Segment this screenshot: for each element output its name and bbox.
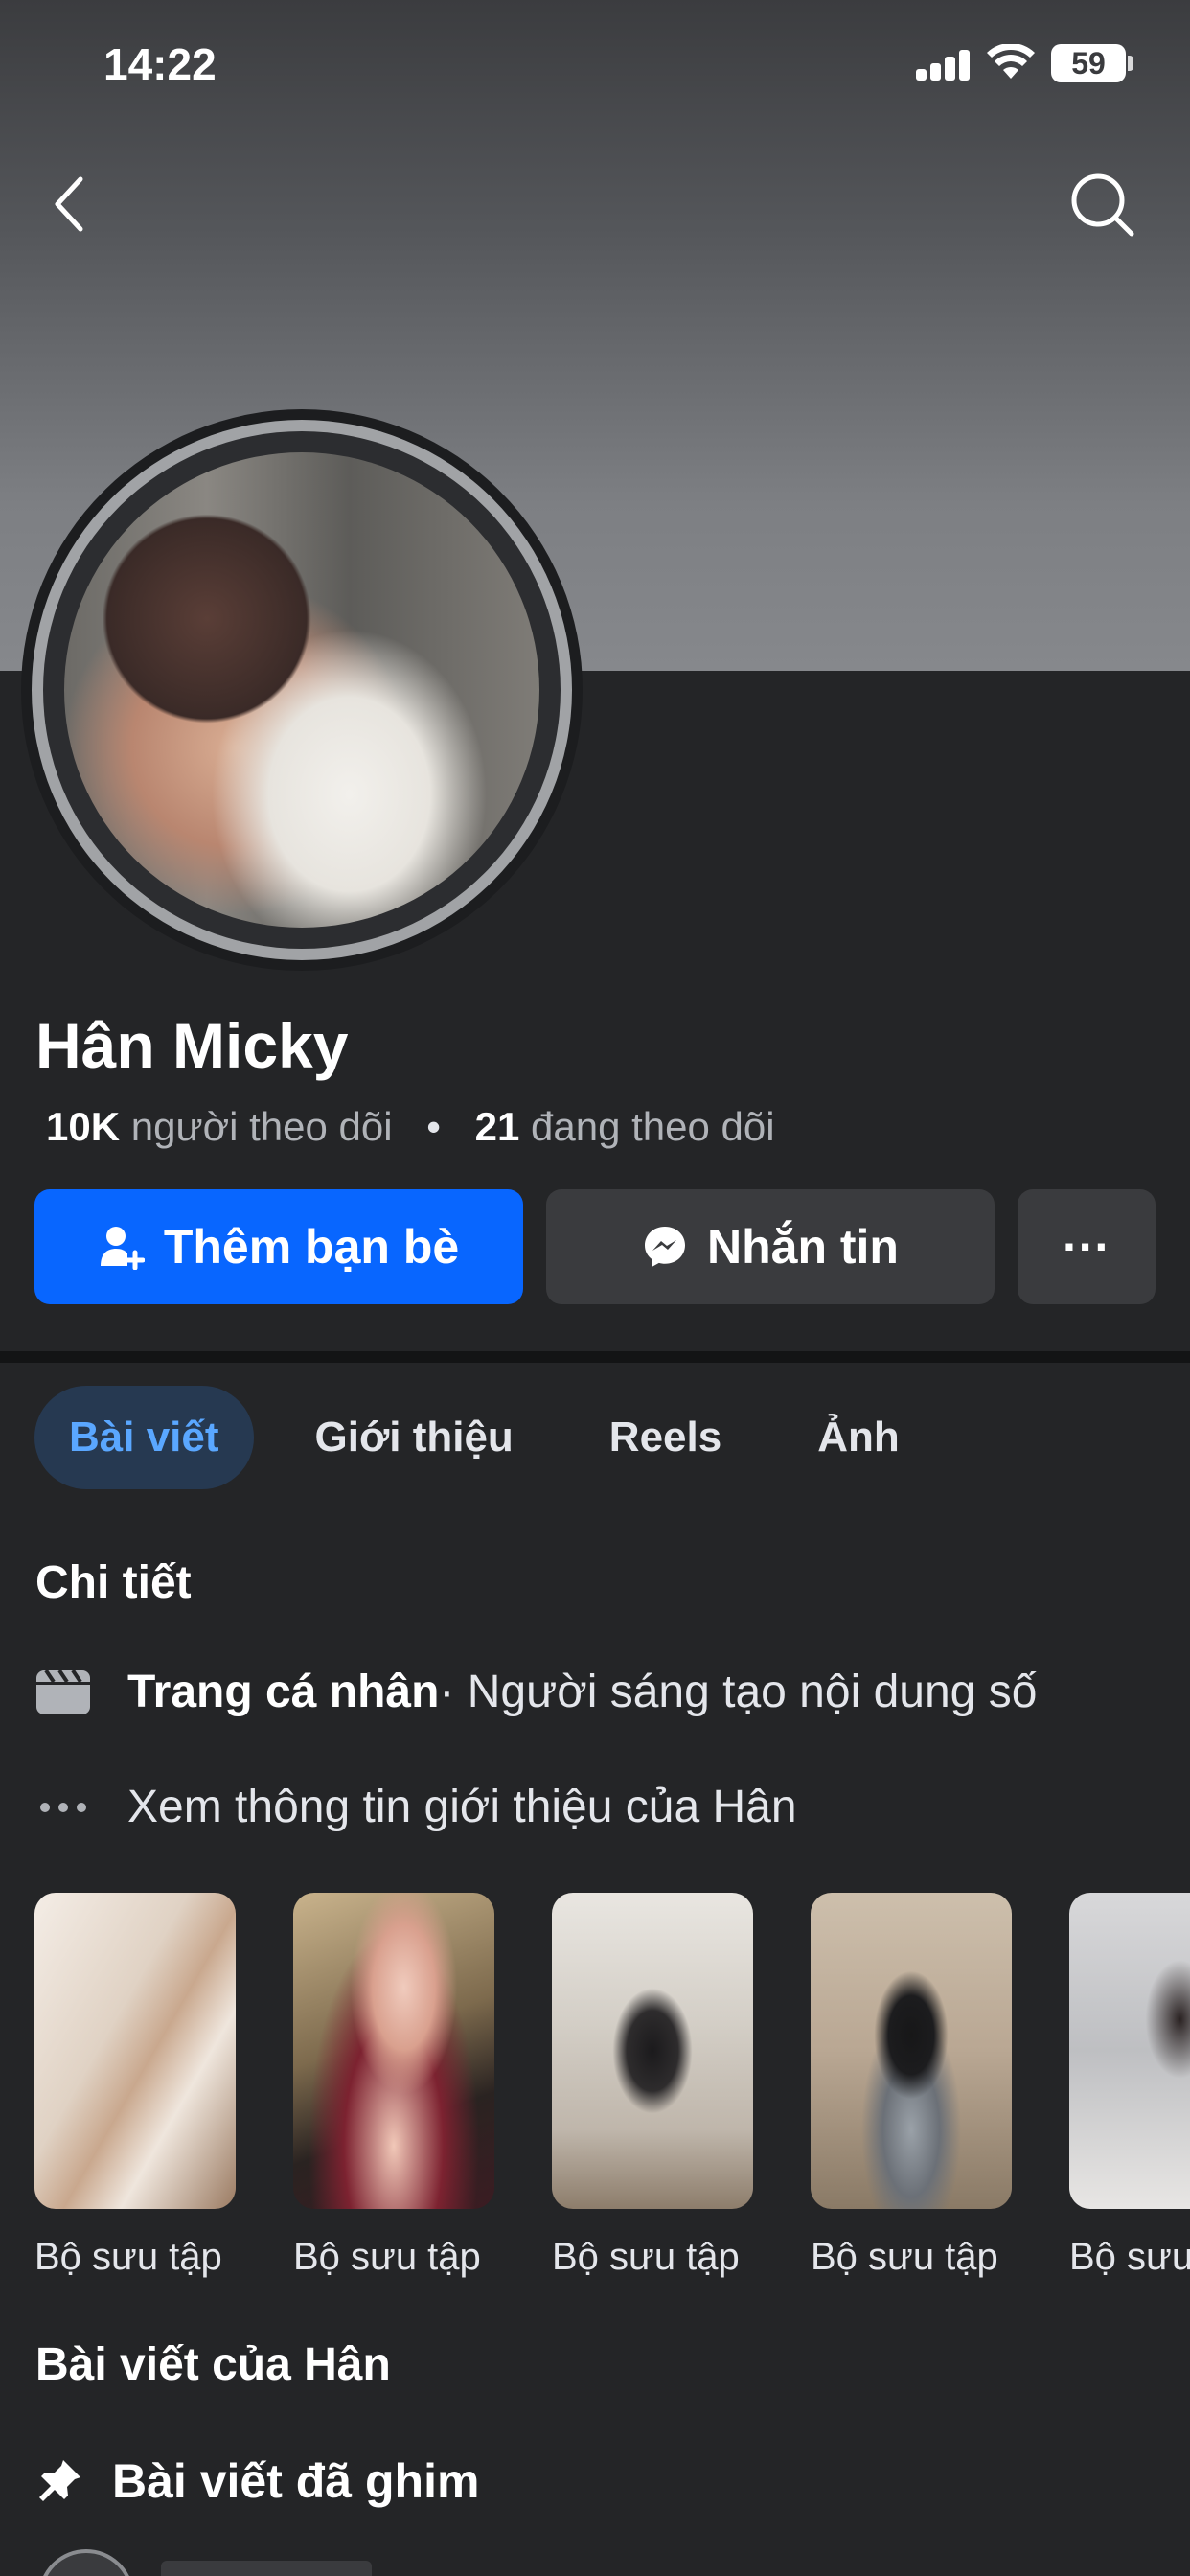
see-about-label: Xem thông tin giới thiệu của Hân — [127, 1782, 797, 1832]
pinned-posts-header: Bài viết đã ghim — [35, 2453, 479, 2509]
collection-label: Bộ sưu tập — [34, 2236, 222, 2278]
see-about-row[interactable]: Xem thông tin giới thiệu của Hân — [35, 1781, 797, 1833]
followers-count[interactable]: 10K — [46, 1104, 120, 1149]
add-friend-icon — [99, 1224, 145, 1270]
wifi-icon — [987, 42, 1035, 85]
battery-tip — [1128, 56, 1133, 71]
collection-item[interactable]: Bộ sưu tập — [552, 1893, 753, 2279]
post-author-name-placeholder — [161, 2561, 372, 2576]
collection-thumbnail — [293, 1893, 494, 2209]
collection-label: Bộ sưu tập — [293, 2236, 481, 2278]
page-type-label: Trang cá nhân — [127, 1667, 440, 1717]
add-friend-button[interactable]: Thêm bạn bè — [34, 1189, 523, 1304]
avatar-inner-border — [43, 431, 561, 949]
collection-thumbnail — [34, 1893, 236, 2209]
followers-label[interactable]: người theo dõi — [131, 1104, 393, 1149]
pinned-label: Bài viết đã ghim — [112, 2454, 480, 2508]
more-options-icon: ··· — [1063, 1220, 1110, 1274]
message-button[interactable]: Nhắn tin — [546, 1189, 995, 1304]
tab-about[interactable]: Giới thiệu — [281, 1386, 548, 1489]
avatar-border — [32, 420, 572, 960]
signal-icon — [916, 50, 970, 80]
collection-label: Bộ sưu tập — [811, 2236, 998, 2278]
search-icon — [1071, 173, 1134, 237]
following-label[interactable]: đang theo dõi — [531, 1104, 775, 1149]
collection-thumbnail — [1069, 1893, 1190, 2209]
page-category: · Người sáng tạo nội dung số — [439, 1667, 1038, 1717]
collection-item[interactable]: Bộ sưu tập — [34, 1893, 236, 2279]
featured-collections: Bộ sưu tập Bộ sưu tập Bộ sưu tập Bộ sưu … — [34, 1893, 1190, 2295]
profile-tabs: Bài viết Giới thiệu Reels Ảnh — [34, 1386, 961, 1489]
profile-avatar[interactable] — [21, 409, 583, 971]
messenger-icon — [642, 1224, 688, 1270]
post-author-avatar[interactable] — [38, 2549, 134, 2576]
follow-stats: 10K người theo dõi • 21 đang theo dõi — [46, 1104, 775, 1150]
pin-icon — [35, 2457, 83, 2505]
tab-photos[interactable]: Ảnh — [783, 1386, 934, 1489]
status-bar: 14:22 59 — [0, 0, 1190, 134]
tab-reels[interactable]: Reels — [575, 1386, 756, 1489]
collection-label: Bộ sưu tập — [1069, 2236, 1190, 2278]
collection-item[interactable]: Bộ sưu tập — [811, 1893, 1012, 2279]
battery-icon: 59 — [1051, 44, 1126, 82]
add-friend-label: Thêm bạn bè — [163, 1220, 460, 1274]
details-title: Chi tiết — [35, 1557, 192, 1608]
clapperboard-icon — [35, 1669, 91, 1714]
detail-page-type: Trang cá nhân · Người sáng tạo nội dung … — [35, 1666, 1037, 1718]
collection-label: Bộ sưu tập — [552, 2236, 740, 2278]
status-time: 14:22 — [103, 39, 217, 89]
collection-item[interactable]: Bộ sưu tập — [1069, 1893, 1190, 2279]
collection-item[interactable]: Bộ sưu tập — [293, 1893, 494, 2279]
back-button[interactable] — [33, 168, 105, 241]
section-divider — [0, 1351, 1190, 1363]
search-button[interactable] — [1065, 168, 1138, 241]
more-options-button[interactable]: ··· — [1018, 1189, 1156, 1304]
tab-posts[interactable]: Bài viết — [34, 1386, 254, 1489]
following-count[interactable]: 21 — [475, 1104, 520, 1149]
more-dots-icon — [35, 1802, 91, 1813]
message-label: Nhắn tin — [707, 1220, 899, 1274]
profile-name: Hân Micky — [35, 1010, 349, 1081]
collection-thumbnail — [811, 1893, 1012, 2209]
avatar-photo — [64, 452, 539, 928]
posts-title: Bài viết của Hân — [35, 2339, 391, 2390]
separator-dot: • — [426, 1104, 441, 1149]
collection-thumbnail — [552, 1893, 753, 2209]
chevron-left-icon — [55, 176, 83, 232]
